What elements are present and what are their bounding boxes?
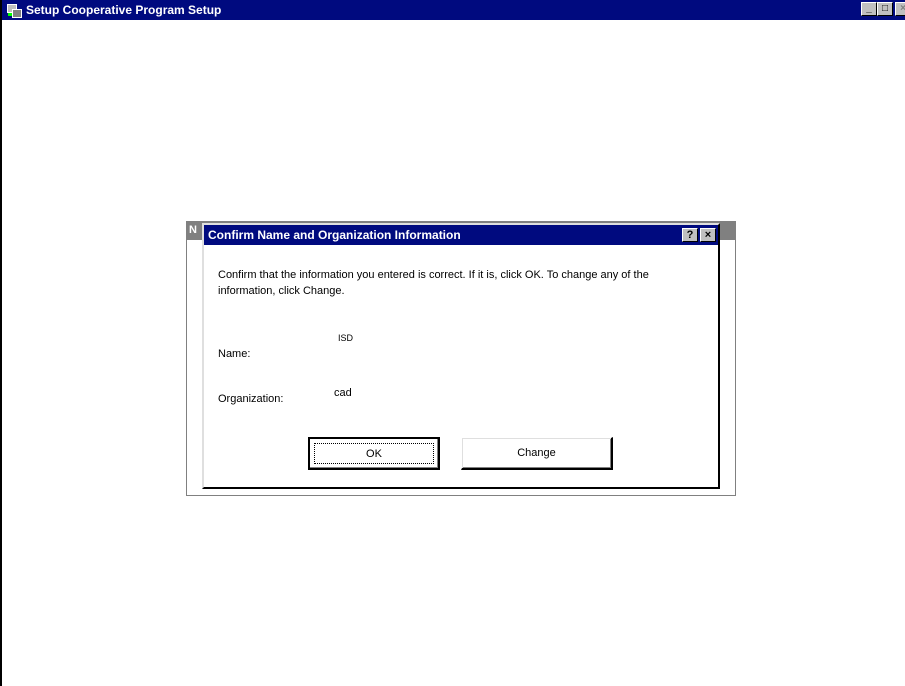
help-button[interactable]: ? <box>682 228 698 242</box>
organization-label: Organization: <box>218 393 284 405</box>
minimize-button[interactable]: _ <box>861 2 877 16</box>
help-icon: ? <box>686 229 694 241</box>
dialog-close-button[interactable]: × <box>700 228 716 242</box>
dialog-title-bar[interactable]: Confirm Name and Organization Informatio… <box>204 225 718 245</box>
dialog-title: Confirm Name and Organization Informatio… <box>208 228 461 242</box>
name-value: ISD <box>338 333 354 343</box>
change-label: Change <box>517 447 556 459</box>
confirm-message: Confirm that the information you entered… <box>218 269 649 297</box>
maximize-button[interactable]: □ <box>877 2 893 16</box>
main-title-bar[interactable]: Setup Cooperative Program Setup _ □ × <box>2 0 905 20</box>
close-icon: × <box>704 229 712 241</box>
maximize-icon: □ <box>881 3 889 14</box>
ok-focus-rect: OK <box>314 443 434 464</box>
ok-label: OK <box>366 447 382 460</box>
main-close-button[interactable]: × <box>895 2 905 16</box>
ok-button[interactable]: OK <box>308 437 440 470</box>
main-window-title: Setup Cooperative Program Setup <box>26 3 222 17</box>
close-icon: × <box>900 3 905 14</box>
background-dialog-title: N <box>189 224 197 236</box>
dialog-controls: ? × <box>682 228 716 242</box>
minimize-icon: _ <box>866 3 872 14</box>
name-label: Name: <box>218 348 251 360</box>
setup-app-icon <box>6 2 22 18</box>
confirm-info-dialog: Confirm Name and Organization Informatio… <box>202 223 720 489</box>
change-button[interactable]: Change <box>461 437 613 470</box>
main-window-controls: _ □ × <box>861 2 905 16</box>
organization-value: cad <box>334 387 352 399</box>
